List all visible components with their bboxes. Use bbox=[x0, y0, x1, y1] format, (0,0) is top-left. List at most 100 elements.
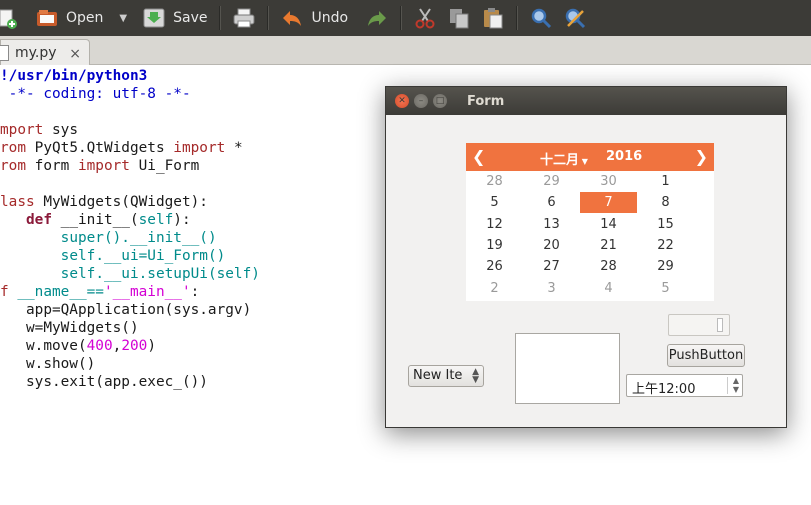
time-edit-divider bbox=[727, 377, 728, 394]
calendar-day-19[interactable]: 19 bbox=[466, 235, 523, 256]
calendar-day-28[interactable]: 28 bbox=[580, 256, 637, 277]
paste-button[interactable] bbox=[476, 0, 510, 36]
calendar-day-8[interactable]: 8 bbox=[637, 192, 694, 213]
close-window-icon[interactable]: ✕ bbox=[395, 94, 409, 108]
document-icon bbox=[0, 44, 9, 61]
search-button[interactable] bbox=[524, 0, 558, 36]
code-token: w.move( bbox=[0, 338, 87, 354]
code-token: rom bbox=[0, 158, 26, 174]
push-button[interactable]: PushButton bbox=[667, 344, 745, 367]
calendar-day-21[interactable]: 21 bbox=[580, 235, 637, 256]
code-token: 200 bbox=[121, 338, 148, 354]
new-document-button[interactable] bbox=[0, 0, 24, 36]
code-token: self bbox=[60, 266, 96, 282]
code-line: f __name__=='__main__': bbox=[0, 283, 199, 301]
print-button[interactable] bbox=[227, 0, 261, 36]
code-line: -*- coding: utf-8 -*- bbox=[0, 85, 191, 103]
paste-icon bbox=[482, 7, 504, 29]
code-token: Ui_Form bbox=[129, 158, 200, 174]
undo-label: Undo bbox=[311, 10, 349, 26]
code-token: 400 bbox=[86, 338, 113, 354]
tab-close-icon[interactable]: × bbox=[69, 46, 81, 62]
code-token: MyWidgets(QWidget): bbox=[34, 194, 208, 210]
spin-handle[interactable] bbox=[717, 318, 723, 332]
redo-button[interactable] bbox=[360, 0, 394, 36]
calendar-day-20[interactable]: 20 bbox=[523, 235, 580, 256]
code-token: __name__== bbox=[8, 284, 104, 300]
save-button[interactable]: Save bbox=[137, 0, 213, 36]
code-token: : bbox=[190, 284, 200, 300]
code-token: import bbox=[173, 140, 226, 156]
maximize-window-icon[interactable]: □ bbox=[433, 94, 447, 108]
calendar-next-month-icon[interactable]: ❯ bbox=[695, 147, 708, 166]
calendar-day-14[interactable]: 14 bbox=[580, 214, 637, 235]
minimize-window-icon[interactable]: – bbox=[414, 94, 428, 108]
code-token: w.show() bbox=[0, 356, 96, 372]
code-token: .__ui=Ui_Form() bbox=[95, 248, 226, 264]
code-token: '__main__' bbox=[103, 284, 191, 300]
code-token: PyQt5.QtWidgets bbox=[26, 140, 174, 156]
cut-button[interactable] bbox=[408, 0, 442, 36]
calendar-prev-month-icon[interactable]: ❮ bbox=[472, 147, 485, 166]
spin-box[interactable] bbox=[668, 314, 730, 336]
calendar-day-28[interactable]: 28 bbox=[466, 171, 523, 192]
time-edit-value: 上午12:00 bbox=[632, 382, 696, 397]
calendar-day-30[interactable]: 30 bbox=[580, 171, 637, 192]
list-widget[interactable] bbox=[515, 333, 620, 404]
calendar-day-26[interactable]: 26 bbox=[466, 256, 523, 277]
calendar-day-1[interactable]: 1 bbox=[637, 171, 694, 192]
code-token: mport bbox=[0, 122, 44, 138]
search-icon bbox=[530, 7, 552, 29]
calendar-month-selector[interactable]: 十二月 ▼ bbox=[540, 149, 588, 168]
code-token: app=QApplication(sys.argv) bbox=[0, 302, 252, 318]
calendar-day-2[interactable]: 2 bbox=[466, 278, 523, 299]
code-line: self.__ui.setupUi(self) bbox=[0, 265, 260, 283]
calendar-day-6[interactable]: 6 bbox=[523, 192, 580, 213]
calendar-day-4[interactable]: 4 bbox=[580, 278, 637, 299]
calendar-day-5[interactable]: 5 bbox=[637, 278, 694, 299]
window-titlebar[interactable]: ✕ – □ Form bbox=[386, 87, 786, 115]
calendar-day-27[interactable]: 27 bbox=[523, 256, 580, 277]
copy-button[interactable] bbox=[442, 0, 476, 36]
undo-icon bbox=[281, 7, 303, 29]
new-document-icon bbox=[0, 7, 18, 29]
copy-icon bbox=[448, 7, 470, 29]
window-title: Form bbox=[467, 93, 505, 109]
calendar-day-29[interactable]: 29 bbox=[637, 256, 694, 277]
code-token: ().__init__() bbox=[103, 230, 217, 246]
calendar-day-13[interactable]: 13 bbox=[523, 214, 580, 235]
replace-button[interactable] bbox=[558, 0, 592, 36]
open-button[interactable]: Open bbox=[30, 0, 109, 36]
calendar-widget: ❮ 十二月 ▼ 2016 ❯ 28 29 30 1 5 6 7 8 12 13 14 15 19 20 21… bbox=[466, 143, 714, 301]
code-token: .__ui.setupUi( bbox=[95, 266, 217, 282]
code-token: !/usr/bin/python3 bbox=[0, 68, 148, 84]
code-token: self bbox=[216, 266, 252, 282]
calendar-year-label[interactable]: 2016 bbox=[606, 149, 642, 164]
code-token: -*- coding: utf-8 -*- bbox=[0, 86, 191, 102]
code-line: rom form import Ui_Form bbox=[0, 157, 199, 175]
calendar-day-15[interactable]: 15 bbox=[637, 214, 694, 235]
undo-button[interactable]: Undo bbox=[275, 0, 354, 36]
calendar-day-29[interactable]: 29 bbox=[523, 171, 580, 192]
time-edit[interactable]: 上午12:00 ▲ ▼ bbox=[626, 374, 743, 397]
tab-label: my.py bbox=[15, 44, 57, 61]
tab-my-py[interactable]: my.py × bbox=[0, 39, 90, 65]
calendar-day-5[interactable]: 5 bbox=[466, 192, 523, 213]
combo-box[interactable]: New Ite ▲ ▼ bbox=[408, 365, 484, 387]
open-recent-dropdown[interactable]: ▼ bbox=[109, 0, 137, 36]
chevron-down-icon: ▼ bbox=[579, 157, 588, 166]
main-toolbar: Open ▼ Save Undo bbox=[0, 0, 811, 36]
calendar-day-22[interactable]: 22 bbox=[637, 235, 694, 256]
code-line: mport sys bbox=[0, 121, 78, 139]
code-token: ): bbox=[173, 212, 191, 228]
code-token: import bbox=[77, 158, 130, 174]
calendar-day-7[interactable]: 7 bbox=[580, 192, 637, 214]
toolbar-separator bbox=[267, 6, 270, 30]
document-tabbar: my.py × bbox=[0, 36, 811, 65]
calendar-day-3[interactable]: 3 bbox=[523, 278, 580, 299]
calendar-day-12[interactable]: 12 bbox=[466, 214, 523, 235]
time-spin-arrows-icon[interactable]: ▲ ▼ bbox=[733, 376, 739, 394]
toolbar-separator bbox=[516, 6, 519, 30]
